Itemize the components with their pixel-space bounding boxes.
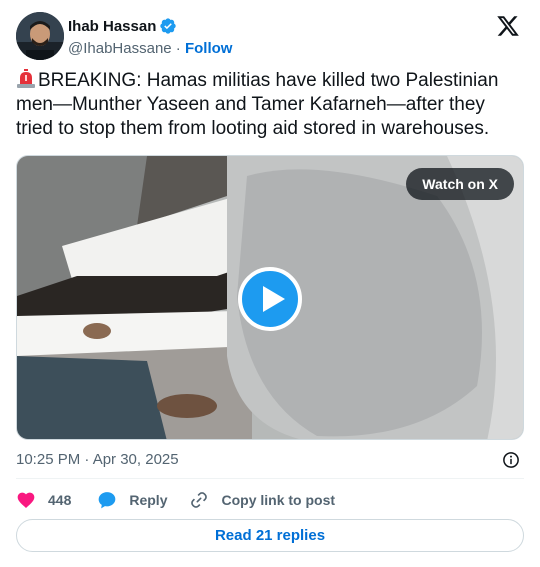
play-button[interactable] — [238, 267, 302, 331]
author-block: Ihab Hassan @IhabHassane · Follow — [68, 16, 232, 58]
action-bar: 448 Reply Copy link to post — [16, 489, 524, 511]
verified-badge-icon — [160, 18, 177, 34]
rotating-light-icon — [17, 69, 35, 88]
divider — [16, 478, 524, 479]
reply-button[interactable]: Reply — [97, 490, 167, 510]
reply-bubble-icon — [99, 492, 116, 509]
follow-link[interactable]: Follow — [185, 40, 233, 57]
heart-icon — [17, 492, 35, 508]
info-icon[interactable] — [502, 451, 520, 469]
author-handle[interactable]: @IhabHassane — [68, 40, 172, 57]
x-logo-icon[interactable] — [496, 14, 520, 38]
link-icon — [191, 492, 208, 508]
tweet-card: Ihab Hassan @IhabHassane · Follow BREAKI… — [0, 0, 540, 567]
handle-separator: · — [171, 39, 185, 57]
read-replies-button[interactable]: Read 21 replies — [16, 519, 524, 552]
like-count: 448 — [48, 492, 72, 508]
author-name[interactable]: Ihab Hassan — [68, 18, 156, 35]
video-player[interactable]: Watch on X — [16, 155, 524, 440]
copy-link-label: Copy link to post — [221, 492, 336, 508]
avatar[interactable] — [16, 12, 64, 60]
copy-link-button[interactable]: Copy link to post — [189, 490, 335, 510]
like-button[interactable]: 448 — [16, 490, 71, 510]
reply-label: Reply — [129, 492, 168, 508]
tweet-meta: 10:25 PM · Apr 30, 2025 — [16, 451, 524, 469]
tweet-body: BREAKING: Hamas militias have killed two… — [16, 70, 499, 139]
tweet-text: BREAKING: Hamas militias have killed two… — [16, 69, 526, 141]
tweet-header: Ihab Hassan @IhabHassane · Follow — [16, 12, 524, 60]
watch-on-x-button[interactable]: Watch on X — [406, 168, 514, 200]
timestamp[interactable]: 10:25 PM · Apr 30, 2025 — [16, 451, 179, 468]
play-icon — [263, 286, 285, 312]
